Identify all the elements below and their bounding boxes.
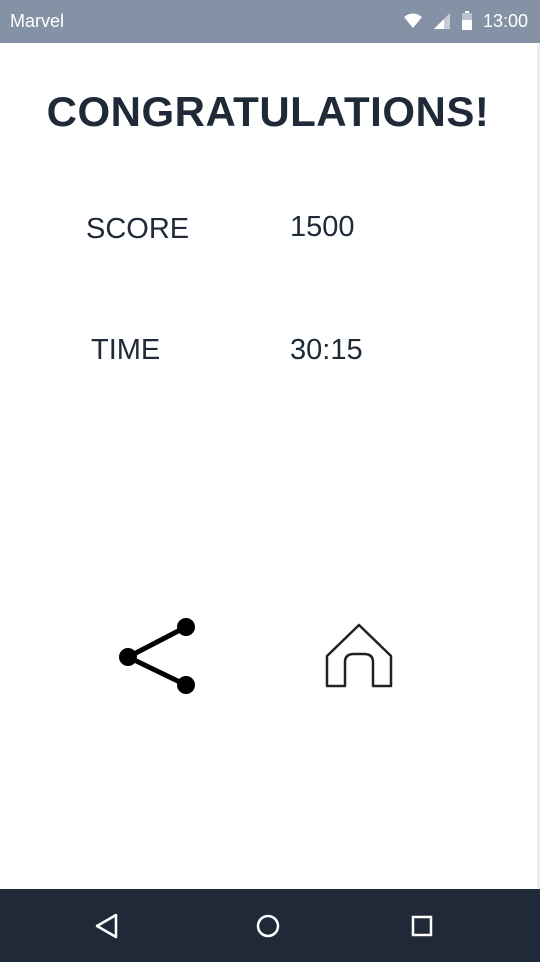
status-time: 13:00 xyxy=(482,11,528,31)
status-bar: Marvel 13:00 xyxy=(0,0,540,43)
time-value: 30:15 xyxy=(290,334,363,366)
recent-apps-icon xyxy=(411,915,433,937)
page-title: CONGRATULATIONS! xyxy=(46,88,490,135)
nav-recent-apps-button[interactable] xyxy=(405,909,439,943)
score-value: 1500 xyxy=(290,211,355,243)
battery-icon xyxy=(461,11,472,30)
home-circle-icon xyxy=(256,914,280,938)
status-app-name: Marvel xyxy=(10,11,65,31)
nav-back-button[interactable] xyxy=(90,909,124,943)
nav-home-button[interactable] xyxy=(251,909,285,943)
share-button[interactable] xyxy=(113,614,203,700)
back-icon xyxy=(95,913,118,939)
wifi-icon xyxy=(403,13,422,28)
home-icon xyxy=(325,623,393,688)
home-button[interactable] xyxy=(318,617,400,695)
status-icons: 13:00 xyxy=(403,10,528,32)
time-label: TIME xyxy=(91,334,161,366)
share-icon xyxy=(119,618,195,694)
navigation-bar xyxy=(0,889,540,962)
cell-signal-icon xyxy=(433,13,450,29)
score-label: SCORE xyxy=(86,213,190,245)
